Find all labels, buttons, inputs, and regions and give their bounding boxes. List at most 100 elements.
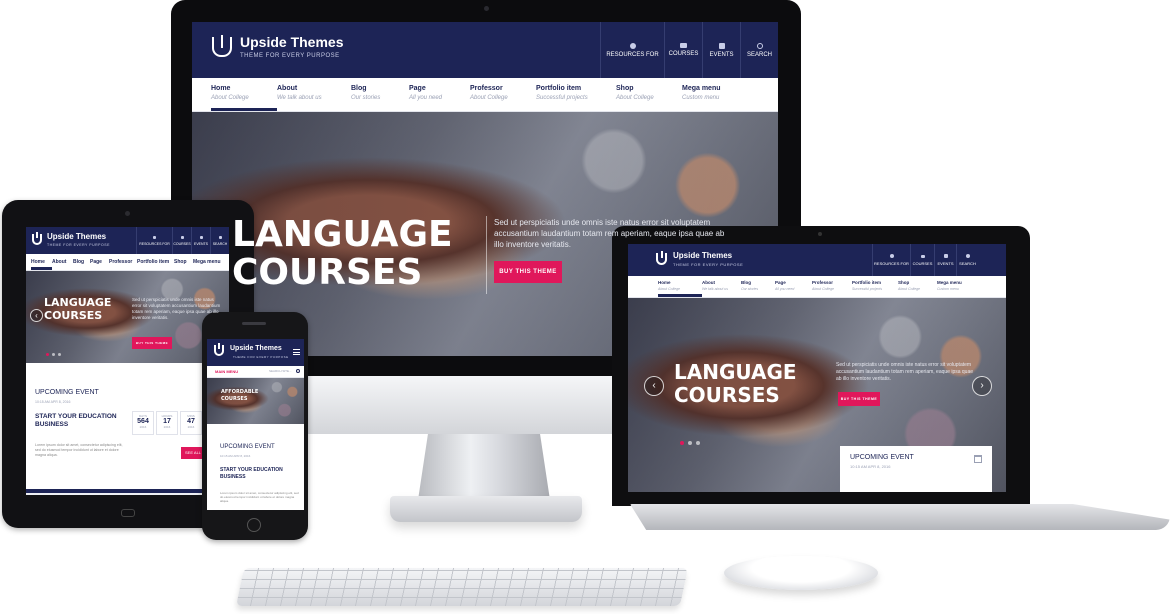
upcoming-event-meta: 10:15 AM APR 8, 2016 — [850, 464, 891, 469]
hero-title: AFFORDABLE COURSES — [221, 389, 259, 402]
quick-link-resources[interactable]: RESOURCES FOR — [136, 227, 172, 254]
quick-links: RESOURCES FOR COURSES EVENTS SEARCH — [136, 227, 229, 254]
quick-link-search[interactable]: SEARCH — [210, 227, 229, 254]
nav-item-blog[interactable]: Blog Our stories — [741, 276, 775, 297]
countdown-value: 564 — [137, 418, 149, 425]
nav-item-blog[interactable]: Blog Our stories — [351, 78, 409, 111]
nav-item-mega-menu[interactable]: Mega menu — [193, 254, 223, 270]
main-menu-toggle[interactable]: MAIN MENU — [215, 369, 238, 374]
nav-item-portfolio[interactable]: Portfolio item — [137, 254, 174, 270]
nav-title: Page — [409, 85, 426, 92]
nav-item-portfolio[interactable]: Portfolio item Successful projects — [852, 276, 898, 297]
mobile-search-input[interactable]: SEARCH SITE... — [269, 369, 292, 373]
nav-item-professor[interactable]: Professor About College — [470, 78, 536, 111]
nav-title: Shop — [174, 259, 187, 265]
quick-link-label: RESOURCES FOR — [874, 261, 909, 266]
nav-title: Professor — [812, 280, 834, 285]
slider-dot[interactable] — [688, 441, 692, 445]
event-title[interactable]: START YOUR EDUCATION BUSINESS — [35, 413, 135, 429]
nav-title: Portfolio item — [852, 280, 881, 285]
nav-item-professor[interactable]: Professor — [109, 254, 137, 270]
nav-item-page[interactable]: Page All you need — [775, 276, 812, 297]
quick-link-courses[interactable]: COURSES — [664, 22, 702, 78]
nav-item-page[interactable]: Page — [90, 254, 109, 270]
upcoming-event-heading: UPCOMING EVENT — [35, 389, 99, 396]
nav-item-about[interactable]: About We talk about us — [277, 78, 351, 111]
site-brand[interactable]: Upside Themes — [240, 34, 343, 50]
nav-item-professor[interactable]: Professor About College — [812, 276, 852, 297]
quick-link-courses[interactable]: COURSES — [910, 244, 934, 276]
nav-title: Page — [90, 259, 102, 265]
slider-next-arrow[interactable]: › — [972, 376, 992, 396]
upcoming-event-card: UPCOMING EVENT 10:15 AM APR 8, 2016 — [840, 446, 992, 492]
countdown-mins: MINS 47 2016 — [180, 411, 202, 435]
quick-link-events[interactable]: EVENTS — [191, 227, 210, 254]
main-nav: Home About Blog Page Professor Portfolio… — [26, 254, 229, 271]
nav-item-shop[interactable]: Shop About College — [616, 78, 682, 111]
quick-link-search[interactable]: SEARCH — [956, 244, 978, 276]
site-brand[interactable]: Upside Themes — [47, 232, 106, 241]
quick-link-events[interactable]: EVENTS — [702, 22, 740, 78]
nav-item-shop[interactable]: Shop About College — [898, 276, 937, 297]
site-tagline: THEME FOR EVERY PURPOSE — [47, 243, 110, 247]
laptop-base — [630, 504, 1170, 530]
hamburger-menu-icon[interactable] — [293, 349, 300, 355]
countdown-days: DAYS 564 2016 — [132, 411, 154, 435]
nav-title: About — [52, 259, 67, 265]
tablet-home-button[interactable] — [121, 509, 135, 517]
slider-dot[interactable] — [696, 441, 700, 445]
slider-dot[interactable] — [52, 353, 55, 356]
nav-item-portfolio[interactable]: Portfolio item Successful projects — [536, 78, 616, 111]
site-tagline: THEME FOR EVERY PURPOSE — [240, 53, 340, 59]
slider-dots — [46, 353, 61, 356]
tablet-screen: Upside Themes THEME FOR EVERY PURPOSE RE… — [26, 227, 229, 495]
quick-link-label: COURSES — [668, 51, 699, 57]
site-brand[interactable]: Upside Themes — [673, 251, 732, 260]
monitor-stand-neck — [418, 430, 550, 500]
nav-item-shop[interactable]: Shop — [174, 254, 193, 270]
slider-dot[interactable] — [58, 353, 61, 356]
nav-item-blog[interactable]: Blog — [73, 254, 90, 270]
slider-prev-arrow[interactable]: ‹ — [30, 309, 43, 322]
search-icon — [756, 42, 763, 49]
quick-links: RESOURCES FOR COURSES EVENTS SEARCH — [872, 244, 978, 276]
nav-item-mega-menu[interactable]: Mega menu Custom menu — [937, 276, 981, 297]
countdown-unit: 2016 — [163, 425, 171, 429]
quick-link-search[interactable]: SEARCH — [740, 22, 778, 78]
nav-title: Shop — [898, 280, 910, 285]
hamburger-line — [293, 352, 300, 353]
nav-item-about[interactable]: About We talk about us — [702, 276, 741, 297]
nav-item-home[interactable]: Home — [31, 254, 52, 270]
nav-item-about[interactable]: About — [52, 254, 73, 270]
buy-theme-button[interactable]: BUY THIS THEME — [494, 261, 562, 283]
buy-theme-button[interactable]: BUY THIS THEME — [838, 392, 880, 406]
nav-item-page[interactable]: Page All you need — [409, 78, 470, 111]
phone-earpiece — [242, 322, 266, 325]
person-icon — [629, 42, 636, 49]
slider-dot[interactable] — [46, 353, 49, 356]
quick-link-events[interactable]: EVENTS — [934, 244, 956, 276]
quick-link-resources[interactable]: RESOURCES FOR — [872, 244, 910, 276]
nav-item-home[interactable]: Home About College — [211, 78, 277, 111]
event-title[interactable]: START YOUR EDUCATION BUSINESS — [220, 467, 300, 480]
search-icon[interactable] — [296, 369, 300, 373]
hero-title-line1: LANGUAGE — [232, 214, 453, 255]
calendar-icon — [943, 254, 948, 258]
slider-prev-arrow[interactable]: ‹ — [644, 376, 664, 396]
event-text: Lorem ipsum dolor sit amet, consectetur … — [35, 443, 123, 458]
hero-title-line2: COURSES — [674, 383, 780, 407]
slider-dot[interactable] — [680, 441, 684, 445]
nav-title: Portfolio item — [137, 259, 170, 265]
site-brand[interactable]: Upside Themes — [230, 345, 282, 352]
quick-link-courses[interactable]: COURSES — [172, 227, 191, 254]
phone-screen: Upside Themes THEME FOR EVERY PURPOSE MA… — [207, 339, 304, 510]
upcoming-event-heading: UPCOMING EVENT — [220, 444, 275, 450]
hero-title-line1: LANGUAGE — [674, 360, 797, 384]
buy-theme-button[interactable]: BUY THIS THEME — [132, 337, 172, 349]
phone-home-button[interactable] — [247, 518, 261, 532]
nav-item-mega-menu[interactable]: Mega menu Custom menu — [682, 78, 752, 111]
upcoming-event-meta: 10:15 AM APR 8, 2016 — [220, 454, 251, 458]
nav-item-home[interactable]: Home About College — [658, 276, 702, 297]
quick-link-resources[interactable]: RESOURCES FOR — [600, 22, 664, 78]
nav-title: Home — [31, 259, 45, 265]
